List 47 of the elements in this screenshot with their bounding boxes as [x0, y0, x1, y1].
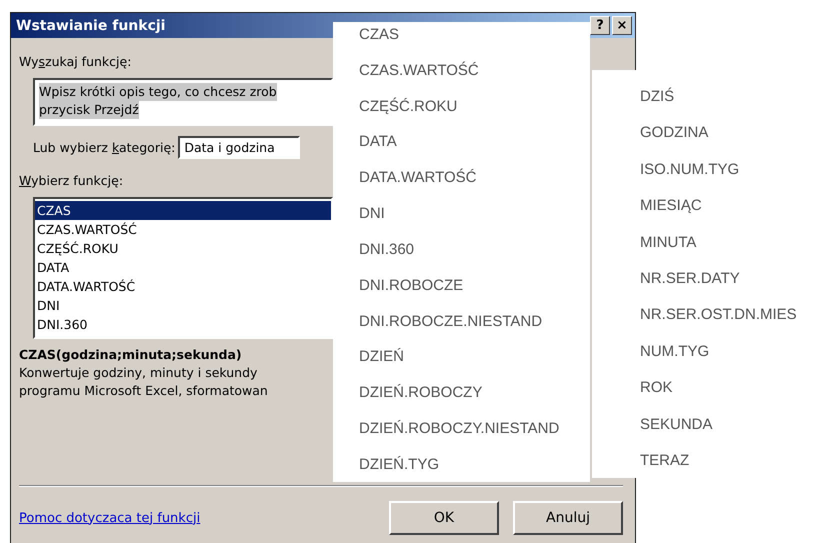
function-name[interactable]: DZIŚ — [640, 86, 835, 108]
function-name[interactable]: DZIEŃ — [359, 346, 590, 368]
function-name[interactable]: TERAZ — [640, 450, 835, 472]
function-name[interactable]: CZĘŚĆ.ROKU — [359, 96, 590, 118]
function-name[interactable]: MINUTA — [640, 232, 835, 254]
function-name[interactable]: DNI.360 — [359, 238, 590, 261]
list-item[interactable]: CZĘŚĆ.ROKU — [35, 239, 331, 258]
function-name[interactable]: DATA.WARTOŚĆ — [359, 167, 590, 190]
list-item[interactable]: DATA.WARTOŚĆ — [35, 277, 331, 296]
cancel-button[interactable]: Anuluj — [513, 501, 623, 535]
list-item[interactable]: DNI.360 — [35, 315, 331, 334]
function-name[interactable]: CZAS.WARTOŚĆ — [359, 60, 590, 82]
function-name[interactable]: NR.SER.DATY — [640, 268, 835, 290]
function-description: Konwertuje godziny, minuty i sekundy — [19, 365, 258, 380]
function-name[interactable]: DATA — [359, 131, 590, 154]
function-name[interactable]: DNI.ROBOCZE.NIESTAND — [359, 310, 590, 333]
help-button[interactable]: ? — [590, 16, 610, 35]
function-name[interactable]: DNI — [359, 203, 590, 226]
function-name[interactable]: SEKUNDA — [640, 414, 835, 436]
function-name[interactable]: CZAS — [359, 24, 590, 46]
category-dropdown[interactable]: Data i godzina — [178, 136, 300, 159]
search-text: Wpisz krótki opis tego, co chcesz zrob — [39, 83, 277, 101]
function-name[interactable]: NUM.TYG — [640, 340, 835, 363]
field-label: Lub wybierz kategorię: — [33, 140, 176, 155]
function-name[interactable]: NR.SER.OST.DN.MIES — [640, 304, 835, 326]
function-name[interactable]: MIESIĄC — [640, 195, 835, 218]
field-label: Wybierz funkcję: — [19, 173, 124, 188]
search-text: przycisk Przejdź — [39, 101, 139, 119]
function-name[interactable]: ISO.NUM.TYG — [640, 158, 835, 181]
help-link[interactable]: Pomoc dotyczaca tej funkcji — [19, 510, 200, 526]
search-field[interactable]: Wpisz krótki opis tego, co chcesz zrob przycisk Przejdź — [33, 78, 333, 126]
function-name[interactable]: GODZINA — [640, 122, 835, 144]
function-name[interactable]: ROK — [640, 377, 835, 400]
ok-button[interactable]: OK — [389, 501, 499, 535]
function-signature: CZAS(godzina;minuta;sekunda) — [19, 347, 242, 362]
function-name[interactable]: DNI.ROBOCZE — [359, 274, 590, 297]
function-name[interactable]: DZIEŃ.ROBOCZY — [359, 382, 590, 404]
function-name[interactable]: DZIEŃ.ROBOCZY.NIESTAND — [359, 418, 590, 440]
list-item[interactable]: CZAS — [35, 201, 331, 220]
list-item[interactable]: DATA — [35, 258, 331, 277]
window-title: Wstawianie funkcji — [16, 18, 166, 34]
field-label: Wyszukaj funkcję: — [19, 54, 132, 69]
function-name[interactable]: DZIEŃ.TYG — [359, 454, 590, 476]
function-description: programu Microsoft Excel, sformatowan — [19, 383, 268, 398]
list-item[interactable]: CZAS.WARTOŚĆ — [35, 220, 331, 239]
close-button[interactable]: × — [612, 16, 632, 35]
list-item[interactable]: DNI — [35, 296, 331, 315]
